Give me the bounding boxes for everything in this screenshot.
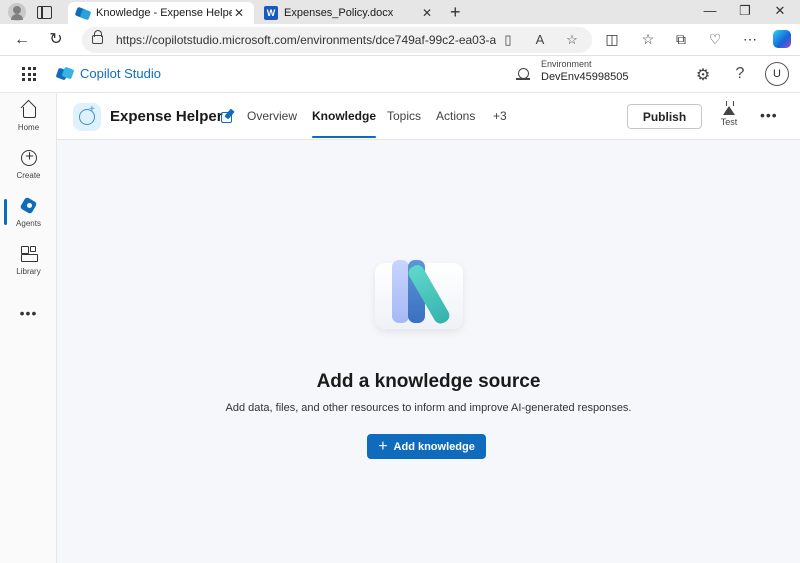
add-knowledge-button[interactable]: + Add knowledge	[367, 434, 486, 459]
new-tab-button[interactable]: +	[450, 3, 461, 21]
favorite-star-icon[interactable]: ☆	[564, 32, 580, 48]
read-aloud-icon[interactable]: A	[532, 32, 548, 47]
settings-more-icon[interactable]: ⋯	[740, 31, 760, 48]
close-window-button[interactable]: ✕	[770, 3, 790, 19]
browser-tab-knowledge[interactable]: Knowledge - Expense Helper | Mi ✕	[68, 2, 254, 24]
environment-label[interactable]: Environment	[541, 59, 592, 69]
minimize-button[interactable]: —	[700, 3, 720, 18]
close-tab-icon[interactable]: ✕	[232, 6, 246, 20]
rail-item-label: Home	[17, 123, 40, 132]
copilot-studio-logo-icon	[57, 66, 74, 82]
collections-icon[interactable]: ⧉	[671, 31, 691, 48]
settings-gear-icon[interactable]: ⚙	[693, 65, 713, 85]
browser-essentials-icon[interactable]: ♡	[705, 31, 725, 48]
environment-icon[interactable]	[516, 67, 530, 81]
copilot-studio-favicon-icon	[76, 6, 90, 20]
create-plus-icon	[20, 148, 38, 167]
knowledge-books-illustration	[375, 255, 475, 335]
rail-more-button[interactable]: •••	[0, 305, 57, 321]
lock-icon[interactable]	[92, 30, 103, 44]
url-text[interactable]: https://copilotstudio.microsoft.com/envi…	[116, 33, 496, 47]
test-button[interactable]: Test	[717, 101, 741, 127]
word-favicon-icon: W	[264, 6, 278, 20]
rail-item-library[interactable]: Library	[0, 245, 57, 276]
user-avatar[interactable]: U	[765, 62, 789, 86]
rail-item-label: Agents	[16, 219, 41, 228]
app-name[interactable]: Copilot Studio	[80, 66, 161, 81]
empty-state-description: Add data, files, and other resources to …	[225, 402, 632, 414]
app-header: Copilot Studio Environment DevEnv4599850…	[0, 56, 800, 93]
plus-icon: +	[378, 437, 388, 455]
tab-overview[interactable]: Overview	[247, 109, 297, 123]
rail-item-create[interactable]: Create	[0, 148, 57, 180]
tab-actions[interactable]: Actions	[436, 109, 475, 123]
empty-state-title: Add a knowledge source	[316, 371, 541, 392]
test-label: Test	[720, 117, 738, 127]
copilot-icon[interactable]	[773, 30, 791, 48]
rail-item-label: Library	[16, 267, 41, 276]
help-icon[interactable]: ?	[730, 65, 750, 83]
knowledge-empty-state: Add a knowledge source Add data, files, …	[57, 140, 800, 563]
more-options-button[interactable]: •••	[760, 107, 778, 123]
agent-name: Expense Helper	[110, 108, 223, 125]
browser-tab-strip: Knowledge - Expense Helper | Mi ✕ W Expe…	[0, 0, 800, 24]
address-bar[interactable]: https://copilotstudio.microsoft.com/envi…	[82, 27, 592, 53]
environment-value[interactable]: DevEnv45998505	[541, 71, 628, 83]
back-arrow-icon[interactable]: ←	[12, 31, 32, 49]
agent-avatar-icon	[73, 103, 101, 131]
agent-settings-icon[interactable]	[220, 109, 234, 123]
close-tab-icon[interactable]: ✕	[420, 6, 434, 20]
tab-title: Expenses_Policy.docx	[284, 7, 394, 19]
tab-title: Knowledge - Expense Helper | Mi	[96, 7, 232, 19]
publish-button[interactable]: Publish	[627, 104, 702, 129]
browser-address-row: ← ↻ https://copilotstudio.microsoft.com/…	[0, 24, 800, 56]
favorites-icon[interactable]: ☆	[638, 31, 658, 48]
agent-header: Expense Helper Overview Knowledge Topics…	[57, 93, 800, 140]
home-icon	[20, 101, 38, 119]
add-knowledge-label: Add knowledge	[393, 440, 475, 453]
tab-more-overflow[interactable]: +3	[493, 109, 507, 123]
clipboard-icon[interactable]: ▯	[500, 32, 516, 48]
tab-topics[interactable]: Topics	[387, 109, 421, 123]
library-icon	[20, 245, 38, 263]
flask-icon	[723, 101, 735, 115]
maximize-button[interactable]: ❐	[735, 3, 755, 19]
left-nav-rail: Home Create Agents Library •••	[0, 93, 57, 563]
refresh-icon[interactable]: ↻	[46, 31, 66, 49]
agents-icon	[20, 197, 38, 215]
rail-item-label: Create	[16, 171, 41, 180]
app-launcher-icon[interactable]	[22, 67, 36, 81]
tab-actions-icon[interactable]	[36, 4, 52, 20]
rail-item-agents[interactable]: Agents	[0, 197, 57, 228]
tab-knowledge[interactable]: Knowledge	[312, 109, 377, 138]
browser-tab-expenses-policy[interactable]: W Expenses_Policy.docx ✕	[256, 2, 442, 24]
split-screen-icon[interactable]: ◫	[602, 31, 622, 48]
rail-item-home[interactable]: Home	[0, 101, 57, 132]
profile-icon[interactable]	[8, 3, 26, 21]
